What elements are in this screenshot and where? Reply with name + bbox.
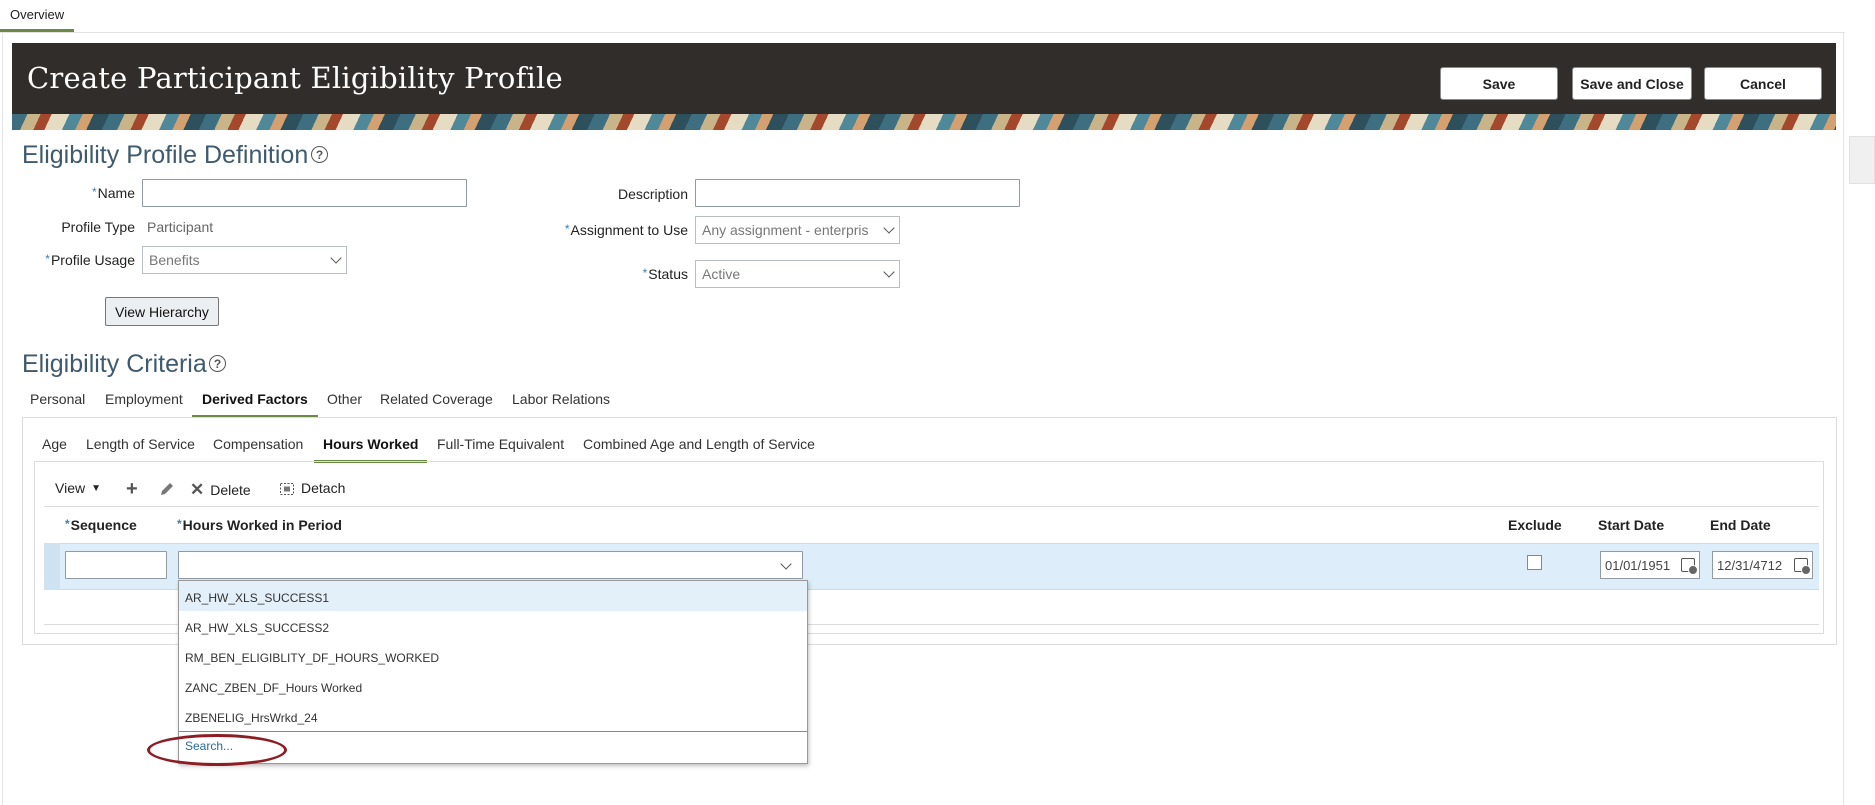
assignment-select[interactable]: Any assignment - enterpris — [695, 216, 900, 244]
edit-icon[interactable] — [158, 480, 176, 498]
row-handle[interactable] — [44, 543, 60, 590]
save-and-close-button[interactable]: Save and Close — [1572, 67, 1692, 100]
view-hierarchy-button[interactable]: View Hierarchy — [105, 297, 219, 326]
calendar-icon[interactable] — [1794, 558, 1811, 575]
chevron-down-icon — [883, 222, 895, 234]
subtab-age[interactable]: Age — [42, 436, 67, 460]
profile-usage-select[interactable]: Benefits — [142, 246, 347, 274]
save-button[interactable]: Save — [1440, 67, 1558, 100]
tab-other[interactable]: Other — [327, 391, 362, 415]
header-start-date[interactable]: Start Date — [1598, 517, 1664, 533]
assignment-value: Any assignment - enterpris — [702, 222, 869, 238]
tab-overview[interactable]: Overview — [0, 0, 75, 32]
status-value: Active — [702, 266, 741, 282]
end-date-value: 12/31/4712 — [1717, 558, 1783, 573]
profile-type-label: Profile Type — [61, 219, 135, 235]
delete-button[interactable]: ✕ Delete — [190, 480, 251, 500]
chevron-down-icon[interactable] — [780, 558, 792, 570]
delete-icon: ✕ — [190, 480, 205, 499]
exclude-checkbox[interactable] — [1527, 555, 1542, 570]
criteria-section-title: Eligibility Criteria — [22, 350, 207, 378]
add-icon[interactable]: + — [126, 478, 138, 501]
status-select[interactable]: Active — [695, 260, 900, 288]
header-exclude[interactable]: Exclude — [1508, 517, 1562, 533]
caret-down-icon: ▼ — [91, 482, 101, 494]
subtab-full-time-equivalent[interactable]: Full-Time Equivalent — [437, 436, 564, 460]
header-sequence[interactable]: *Sequence — [65, 517, 137, 533]
banner-decoration — [12, 114, 1836, 130]
frame-left-border — [2, 33, 3, 805]
profile-usage-value: Benefits — [149, 252, 200, 268]
view-menu[interactable]: View ▼ — [55, 480, 101, 496]
chevron-down-icon — [330, 252, 342, 264]
cancel-button[interactable]: Cancel — [1704, 67, 1822, 100]
view-menu-label: View — [55, 480, 86, 496]
subtab-hours-worked[interactable]: Hours Worked — [314, 436, 428, 463]
dropdown-option[interactable]: AR_HW_XLS_SUCCESS2 — [179, 611, 807, 641]
scrollbar[interactable] — [1849, 136, 1875, 184]
subtab-combined-age-los[interactable]: Combined Age and Length of Service — [583, 436, 815, 460]
header-hours-worked[interactable]: *Hours Worked in Period — [177, 517, 342, 533]
hours-worked-combobox[interactable] — [178, 551, 803, 579]
required-marker: * — [45, 252, 50, 266]
page: Overview Create Participant Eligibility … — [0, 0, 1875, 805]
required-marker: * — [177, 517, 182, 531]
tab-personal[interactable]: Personal — [30, 391, 85, 415]
detach-label: Detach — [301, 480, 346, 496]
top-divider — [0, 32, 1845, 33]
description-label: Description — [617, 186, 688, 202]
dropdown-option[interactable]: AR_HW_XLS_SUCCESS1 — [179, 581, 807, 611]
help-icon[interactable]: ? — [311, 146, 328, 163]
tab-employment[interactable]: Employment — [105, 391, 183, 415]
frame-right-border — [1843, 33, 1844, 805]
end-date-input[interactable]: 12/31/4712 — [1712, 551, 1813, 579]
header-banner: Create Participant Eligibility Profile S… — [12, 43, 1836, 130]
dropdown-option[interactable]: RM_BEN_ELIGIBLITY_DF_HOURS_WORKED — [179, 641, 807, 671]
detach-button[interactable]: Detach — [279, 480, 345, 496]
required-marker: * — [91, 185, 97, 199]
status-label: *Status — [642, 266, 688, 282]
assignment-label: *Assignment to Use — [564, 222, 688, 238]
tab-labor-relations[interactable]: Labor Relations — [512, 391, 610, 415]
chevron-down-icon — [883, 266, 895, 278]
start-date-input[interactable]: 01/01/1951 — [1600, 551, 1700, 579]
description-input[interactable] — [695, 179, 1020, 207]
subtab-compensation[interactable]: Compensation — [213, 436, 303, 460]
toolbar-divider — [44, 506, 1819, 507]
calendar-icon[interactable] — [1681, 558, 1698, 575]
page-title: Create Participant Eligibility Profile — [27, 61, 563, 95]
hours-worked-dropdown: AR_HW_XLS_SUCCESS1 AR_HW_XLS_SUCCESS2 RM… — [178, 580, 808, 764]
profile-usage-label: *Profile Usage — [45, 252, 135, 268]
required-marker: * — [65, 517, 70, 531]
definition-section-title: Eligibility Profile Definition — [22, 141, 309, 169]
tab-related-coverage[interactable]: Related Coverage — [380, 391, 493, 415]
delete-label: Delete — [210, 482, 251, 498]
name-input[interactable] — [142, 179, 467, 207]
required-marker: * — [642, 266, 648, 280]
dropdown-option[interactable]: ZBENELIG_HrsWrkd_24 — [179, 701, 807, 731]
help-icon[interactable]: ? — [209, 355, 226, 372]
sequence-input[interactable] — [65, 551, 167, 579]
start-date-value: 01/01/1951 — [1605, 558, 1671, 573]
name-label: *Name — [91, 185, 135, 201]
header-end-date[interactable]: End Date — [1710, 517, 1771, 533]
required-marker: * — [564, 222, 570, 236]
subtab-length-of-service[interactable]: Length of Service — [86, 436, 195, 460]
annotation-oval — [147, 734, 287, 766]
profile-type-value: Participant — [147, 219, 214, 235]
tab-derived-factors[interactable]: Derived Factors — [192, 391, 318, 418]
dropdown-option[interactable]: ZANC_ZBEN_DF_Hours Worked — [179, 671, 807, 701]
detach-icon — [280, 483, 294, 495]
